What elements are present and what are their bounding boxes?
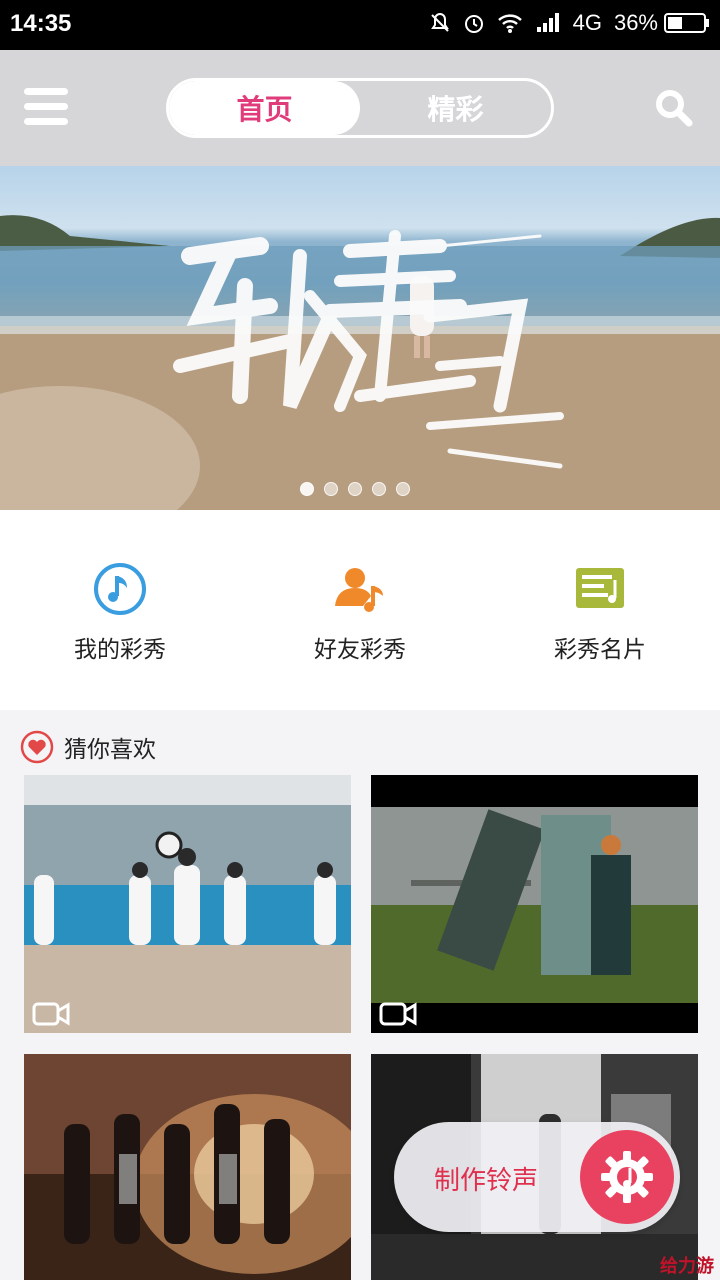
battery-percent: 36%	[613, 10, 658, 35]
banner-carousel[interactable]	[0, 166, 720, 510]
battery-icon	[664, 13, 709, 33]
menu-button[interactable]	[24, 88, 70, 128]
video-thumbnail-image	[24, 1054, 351, 1280]
gear-music-icon	[601, 1151, 653, 1203]
signal-icon	[536, 13, 559, 32]
banner-image	[0, 215, 720, 510]
music-card-icon	[576, 568, 624, 608]
carousel-dot[interactable]	[300, 482, 314, 496]
video-thumbnail[interactable]	[24, 775, 351, 1033]
status-bar: 14:35 4G 36%	[0, 0, 720, 50]
carousel-dot[interactable]	[348, 482, 362, 496]
tab-home[interactable]: 首页	[169, 81, 360, 135]
make-ringtone-button[interactable]: 制作铃声	[394, 1122, 680, 1232]
carousel-dot[interactable]	[396, 482, 410, 496]
tab-featured[interactable]: 精彩	[360, 81, 551, 135]
wifi-icon	[497, 14, 522, 33]
search-icon	[656, 90, 693, 127]
video-thumbnail[interactable]	[24, 1054, 351, 1280]
status-icons: 4G 36%	[429, 10, 710, 36]
menu-icon-line	[24, 118, 68, 125]
friend-show-label: 好友彩秀	[314, 637, 406, 663]
carousel-dot[interactable]	[372, 482, 386, 496]
mute-bell-icon	[430, 12, 449, 32]
carousel-dots	[300, 482, 410, 496]
tab-switcher: 首页 精彩	[166, 78, 554, 138]
video-camera-icon	[379, 1002, 417, 1026]
network-type: 4G	[572, 10, 602, 35]
watermark: 给力游	[660, 1256, 714, 1277]
show-card-label: 彩秀名片	[554, 637, 646, 663]
video-camera-icon	[32, 1002, 70, 1026]
music-note-icon	[94, 563, 146, 615]
menu-icon-line	[24, 103, 68, 110]
menu-icon	[24, 88, 68, 95]
video-thumbnail-image	[24, 775, 351, 1033]
make-ringtone-label: 制作铃声	[434, 1166, 539, 1196]
alarm-icon	[464, 15, 483, 33]
friend-music-icon	[335, 568, 383, 612]
my-show-label: 我的彩秀	[74, 637, 166, 663]
top-bar: 首页 精彩	[0, 50, 720, 166]
show-card-button[interactable]: 彩秀名片	[480, 510, 720, 710]
search-button[interactable]	[654, 88, 694, 128]
quick-actions: 我的彩秀 好友彩秀 彩秀名片	[0, 510, 720, 710]
recommend-header: 猜你喜欢	[20, 730, 156, 764]
my-show-button[interactable]: 我的彩秀	[0, 510, 240, 710]
video-thumbnail[interactable]	[371, 775, 698, 1033]
carousel-dot[interactable]	[324, 482, 338, 496]
battery: 36%	[614, 10, 710, 36]
friend-show-button[interactable]: 好友彩秀	[240, 510, 480, 710]
recommend-title: 猜你喜欢	[64, 737, 156, 763]
video-thumbnail-image	[371, 775, 698, 1033]
status-time: 14:35	[10, 10, 72, 37]
heart-icon	[20, 730, 54, 764]
make-ringtone-icon-button[interactable]	[580, 1130, 674, 1224]
